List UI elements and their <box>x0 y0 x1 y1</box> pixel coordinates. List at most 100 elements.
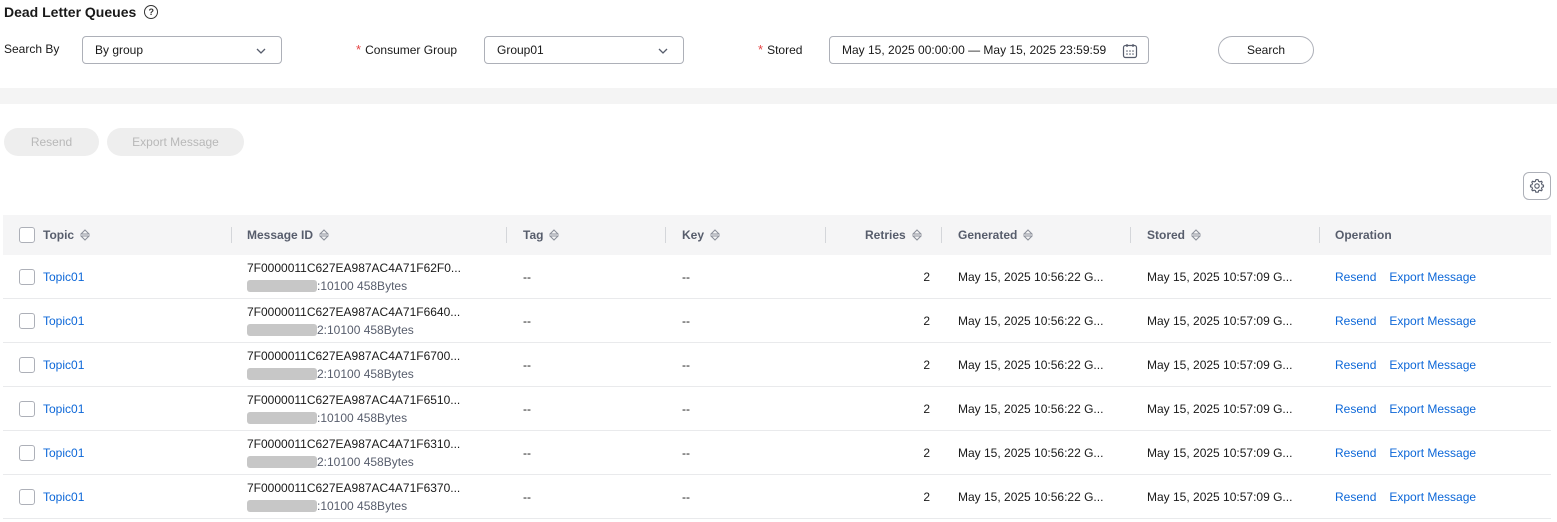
table-row: Topic01 7F0000011C627EA987AC4A71F6640...… <box>3 299 1551 343</box>
stored-date-range-picker[interactable]: May 15, 2025 00:00:00 — May 15, 2025 23:… <box>829 36 1149 64</box>
sort-icon[interactable] <box>319 229 330 241</box>
redacted-ip <box>247 412 317 424</box>
operation-cell: Resend Export Message <box>1335 431 1476 475</box>
row-resend-link[interactable]: Resend <box>1335 270 1376 284</box>
page-header: Dead Letter Queues ? <box>4 2 159 22</box>
row-export-message-link[interactable]: Export Message <box>1389 402 1476 416</box>
row-checkbox[interactable] <box>19 357 35 373</box>
row-select-cell <box>19 255 35 299</box>
message-id: 7F0000011C627EA987AC4A71F6700... <box>247 349 461 363</box>
sort-icon[interactable] <box>549 229 560 241</box>
generated-cell: May 15, 2025 10:56:22 G... <box>958 446 1104 460</box>
search-button[interactable]: Search <box>1218 36 1314 64</box>
redacted-ip <box>247 280 317 292</box>
message-id-cell: 7F0000011C627EA987AC4A71F6310... 2:10100… <box>247 431 460 475</box>
section-divider <box>0 88 1557 104</box>
topic-link[interactable]: Topic01 <box>43 402 84 416</box>
required-mark: * <box>356 42 362 57</box>
header-tag[interactable]: Tag <box>523 215 560 255</box>
tag-cell: -- <box>523 314 531 328</box>
header-retries[interactable]: Retries <box>865 215 922 255</box>
search-by-label: Search By <box>4 42 60 56</box>
row-select-cell <box>19 431 35 475</box>
message-id-cell: 7F0000011C627EA987AC4A71F6640... 2:10100… <box>247 299 460 343</box>
topic-link[interactable]: Topic01 <box>43 358 84 372</box>
message-id-cell: 7F0000011C627EA987AC4A71F62F0... :10100 … <box>247 255 461 299</box>
row-resend-link[interactable]: Resend <box>1335 358 1376 372</box>
row-checkbox[interactable] <box>19 489 35 505</box>
header-generated[interactable]: Generated <box>958 215 1034 255</box>
message-address: :10100 458Bytes <box>247 279 407 293</box>
table-row: Topic01 7F0000011C627EA987AC4A71F6510...… <box>3 387 1551 431</box>
key-cell: -- <box>682 446 690 460</box>
generated-cell: May 15, 2025 10:56:22 G... <box>958 314 1104 328</box>
stored-cell: May 15, 2025 10:57:09 G... <box>1147 402 1293 416</box>
message-id: 7F0000011C627EA987AC4A71F6370... <box>247 481 461 495</box>
topic-link[interactable]: Topic01 <box>43 314 84 328</box>
operation-cell: Resend Export Message <box>1335 255 1476 299</box>
row-checkbox[interactable] <box>19 445 35 461</box>
row-export-message-link[interactable]: Export Message <box>1389 446 1476 460</box>
generated-cell: May 15, 2025 10:56:22 G... <box>958 270 1104 284</box>
generated-cell: May 15, 2025 10:56:22 G... <box>958 402 1104 416</box>
key-cell: -- <box>682 314 690 328</box>
message-id-cell: 7F0000011C627EA987AC4A71F6700... 2:10100… <box>247 343 460 387</box>
row-select-cell <box>19 475 35 519</box>
stored-cell: May 15, 2025 10:57:09 G... <box>1147 446 1293 460</box>
row-checkbox[interactable] <box>19 401 35 417</box>
chevron-down-icon <box>658 48 668 54</box>
row-checkbox[interactable] <box>19 313 35 329</box>
row-export-message-link[interactable]: Export Message <box>1389 314 1476 328</box>
topic-cell: Topic01 <box>43 475 84 519</box>
chevron-down-icon <box>256 48 266 54</box>
row-checkbox[interactable] <box>19 269 35 285</box>
tag-cell: -- <box>523 446 531 460</box>
row-select-cell <box>19 343 35 387</box>
header-stored[interactable]: Stored <box>1147 215 1202 255</box>
stored-cell: May 15, 2025 10:57:09 G... <box>1147 270 1293 284</box>
sort-icon[interactable] <box>1191 229 1202 241</box>
row-export-message-link[interactable]: Export Message <box>1389 358 1476 372</box>
retries-cell: 2 <box>923 490 930 504</box>
row-export-message-link[interactable]: Export Message <box>1389 270 1476 284</box>
tag-cell: -- <box>523 270 531 284</box>
topic-link[interactable]: Topic01 <box>43 270 84 284</box>
row-select-cell <box>19 299 35 343</box>
header-topic[interactable]: Topic <box>43 215 91 255</box>
sort-icon[interactable] <box>911 229 922 241</box>
consumer-group-select[interactable]: Group01 <box>484 36 684 64</box>
topic-link[interactable]: Topic01 <box>43 490 84 504</box>
select-all-checkbox[interactable] <box>19 227 35 243</box>
consumer-group-label: * Consumer Group <box>356 42 458 57</box>
column-separator <box>825 227 826 243</box>
question-circle-icon[interactable]: ? <box>144 5 159 19</box>
header-message-id[interactable]: Message ID <box>247 215 330 255</box>
message-address: :10100 458Bytes <box>247 499 407 513</box>
resend-button[interactable]: Resend <box>4 128 99 156</box>
export-message-button[interactable]: Export Message <box>107 128 244 156</box>
column-separator <box>231 227 232 243</box>
search-by-select[interactable]: By group <box>82 36 282 64</box>
row-export-message-link[interactable]: Export Message <box>1389 490 1476 504</box>
message-address: :10100 458Bytes <box>247 411 407 425</box>
row-resend-link[interactable]: Resend <box>1335 446 1376 460</box>
sort-icon[interactable] <box>80 229 91 241</box>
header-operation: Operation <box>1335 228 1392 242</box>
message-id-cell: 7F0000011C627EA987AC4A71F6510... :10100 … <box>247 387 460 431</box>
key-cell: -- <box>682 490 690 504</box>
row-resend-link[interactable]: Resend <box>1335 402 1376 416</box>
topic-link[interactable]: Topic01 <box>43 446 84 460</box>
topic-cell: Topic01 <box>43 387 84 431</box>
sort-icon[interactable] <box>1023 229 1034 241</box>
tag-cell: -- <box>523 358 531 372</box>
row-resend-link[interactable]: Resend <box>1335 490 1376 504</box>
operation-cell: Resend Export Message <box>1335 343 1476 387</box>
message-id: 7F0000011C627EA987AC4A71F6510... <box>247 393 461 407</box>
table-settings-button[interactable] <box>1523 172 1551 200</box>
table-header: Topic Message ID Tag Key Retries Generat… <box>3 215 1551 255</box>
sort-icon[interactable] <box>710 229 721 241</box>
row-resend-link[interactable]: Resend <box>1335 314 1376 328</box>
operation-cell: Resend Export Message <box>1335 299 1476 343</box>
header-key[interactable]: Key <box>682 215 721 255</box>
key-cell: -- <box>682 402 690 416</box>
